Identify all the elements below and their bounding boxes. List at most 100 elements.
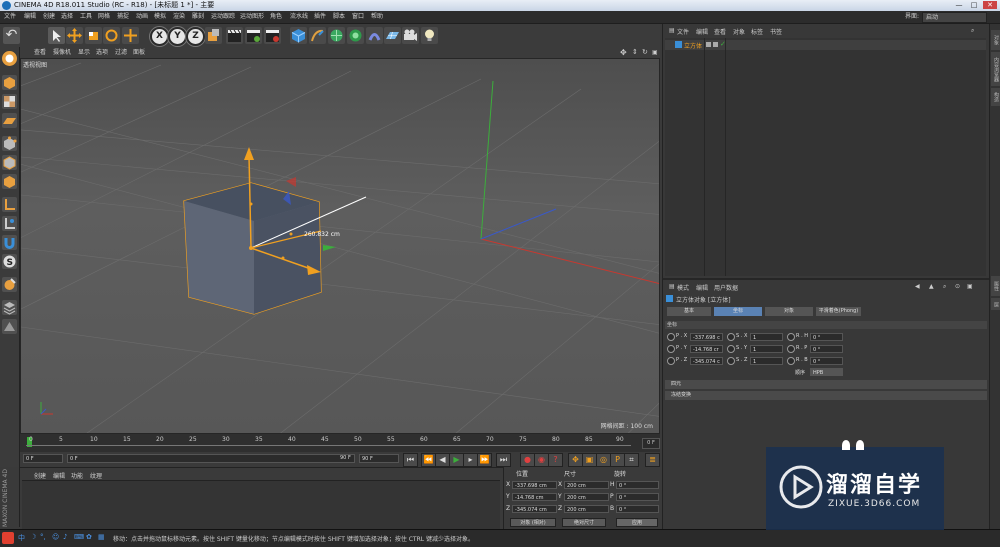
menu-help[interactable]: 帮助 <box>371 11 383 23</box>
scale-tool-button[interactable] <box>85 27 102 44</box>
am-pos-x-field[interactable]: -337.698 c <box>690 333 723 341</box>
go-to-start-button[interactable]: ⏮ <box>403 453 418 467</box>
add-camera-button[interactable] <box>402 27 419 44</box>
add-spline-button[interactable] <box>309 27 326 44</box>
coord-mode-select[interactable]: 对象 (相对) <box>510 518 556 527</box>
undo-button[interactable]: ↶ <box>3 27 20 44</box>
menu-character[interactable]: 角色 <box>270 11 282 23</box>
menu-file[interactable]: 文件 <box>4 11 16 23</box>
am-rot-p-field[interactable]: 0 ° <box>810 345 843 353</box>
next-key-button[interactable]: ⏩ <box>477 453 492 467</box>
preview-start-field[interactable]: 0 F <box>67 454 355 463</box>
ime-chinese-icon[interactable]: 中 <box>18 533 25 543</box>
om-menu-tags[interactable]: 标签 <box>751 27 763 36</box>
om-menu-bookmarks[interactable]: 书签 <box>770 27 782 36</box>
animate-radio[interactable] <box>787 345 795 353</box>
menu-pipeline[interactable]: 流水线 <box>290 11 308 23</box>
points-mode-button[interactable] <box>2 136 17 151</box>
coord-rot-b-field[interactable]: 0 ° <box>616 505 659 513</box>
right-tab-structure[interactable]: 构造 <box>991 88 1000 106</box>
menu-snap[interactable]: 捕捉 <box>117 11 129 23</box>
om-search-icon[interactable]: ⌕ <box>971 27 974 35</box>
animate-radio[interactable] <box>667 333 675 341</box>
om-menu-view[interactable]: 查看 <box>714 27 726 36</box>
perspective-viewport[interactable]: 透视视图 260.832 cm 网格间距: 100 cm <box>20 58 660 434</box>
coord-pos-z-field[interactable]: -345.074 cm <box>512 505 557 513</box>
am-pos-z-field[interactable]: -345.074 c <box>690 357 723 365</box>
animate-radio[interactable] <box>727 333 735 341</box>
viewport-menu-panel[interactable]: 面板 <box>133 47 145 58</box>
right-tab-attributes[interactable]: 属性 <box>991 276 1000 296</box>
key-point-level-button[interactable]: ⌗ <box>624 453 639 467</box>
select-tool-button[interactable] <box>48 27 65 44</box>
maximize-button[interactable]: □ <box>967 1 981 9</box>
viewport-navigate-icon[interactable]: ✥ <box>620 47 627 58</box>
am-scale-z-field[interactable]: 1 <box>750 357 783 365</box>
am-menu-icon[interactable]: ▤ <box>669 283 675 290</box>
material-menu-function[interactable]: 功能 <box>71 471 83 480</box>
ime-punct-icon[interactable]: ☽ <box>30 533 36 541</box>
coordinate-system-button[interactable] <box>205 27 222 44</box>
menu-motion-tracking[interactable]: 运动跟踪 <box>211 11 235 23</box>
add-nurbs-button[interactable] <box>328 27 345 44</box>
polygons-mode-button[interactable] <box>2 174 17 189</box>
menu-plugins[interactable]: 插件 <box>314 11 326 23</box>
previous-frame-button[interactable]: ◀ <box>435 453 450 467</box>
coord-size-mode-select[interactable]: 绝对尺寸 <box>562 518 606 527</box>
coord-size-z-field[interactable]: 200 cm <box>564 505 609 513</box>
auto-key-button[interactable]: ◉ <box>534 453 549 467</box>
texture-mode-button[interactable] <box>2 94 17 109</box>
am-tab-coordinates[interactable]: 坐标 <box>714 307 762 316</box>
am-tab-phong[interactable]: 平滑着色(Phong) <box>816 307 861 316</box>
add-cube-button[interactable] <box>290 27 307 44</box>
x-axis-lock-button[interactable]: X <box>150 27 169 46</box>
am-scale-y-field[interactable]: 1 <box>750 345 783 353</box>
am-rot-h-field[interactable]: 0 ° <box>810 333 843 341</box>
move-tool-button[interactable] <box>66 27 83 44</box>
ime-skin-icon[interactable]: ✿ <box>86 533 92 541</box>
coord-apply-button[interactable]: 应用 <box>616 518 658 527</box>
next-frame-button[interactable]: ▸ <box>463 453 478 467</box>
preview-end-field[interactable]: 90 F <box>338 454 355 463</box>
add-deformer-button[interactable] <box>366 27 383 44</box>
key-parameter-button[interactable]: P <box>610 453 625 467</box>
timeline-window-button[interactable]: ≣ <box>645 453 660 467</box>
z-axis-lock-button[interactable]: Z <box>186 27 205 46</box>
am-up-icon[interactable]: ▲ <box>929 283 934 290</box>
edges-mode-button[interactable] <box>2 155 17 170</box>
ime-emoji-icon[interactable]: ☺ <box>52 533 59 541</box>
coord-rot-p-field[interactable]: 0 ° <box>616 493 659 501</box>
animate-radio[interactable] <box>667 345 675 353</box>
quick-shading-button[interactable] <box>2 277 17 292</box>
am-lock-icon[interactable]: ⊙ <box>955 283 960 290</box>
right-tab-objects[interactable]: 对象 <box>991 30 1000 50</box>
material-menu-edit[interactable]: 编辑 <box>53 471 65 480</box>
workplane-mode-button[interactable] <box>2 113 17 128</box>
am-menu-edit[interactable]: 编辑 <box>696 283 708 292</box>
am-new-window-icon[interactable]: ▣ <box>967 283 973 290</box>
viewport-menu-options[interactable]: 选项 <box>96 47 108 58</box>
material-menu-texture[interactable]: 纹理 <box>90 471 102 480</box>
minimize-button[interactable]: — <box>952 1 966 9</box>
menu-animate[interactable]: 动画 <box>136 11 148 23</box>
om-menu-file[interactable]: 文件 <box>677 27 689 36</box>
viewport-menu-filter[interactable]: 过滤 <box>115 47 127 58</box>
menu-edit[interactable]: 编辑 <box>24 11 36 23</box>
model-mode-button[interactable] <box>2 75 17 90</box>
ime-comma-icon[interactable]: °, <box>40 533 46 541</box>
menu-simulate[interactable]: 模拟 <box>154 11 166 23</box>
ime-tools-icon[interactable]: ▦ <box>98 533 105 541</box>
menu-window[interactable]: 窗口 <box>352 11 364 23</box>
key-rotation-button[interactable]: ◎ <box>596 453 611 467</box>
om-menu-objects[interactable]: 对象 <box>733 27 745 36</box>
coord-pos-x-field[interactable]: -337.698 cm <box>512 481 557 489</box>
menu-mograph[interactable]: 运动图形 <box>240 11 264 23</box>
am-rot-b-field[interactable]: 0 ° <box>810 357 843 365</box>
ime-keyboard-icon[interactable]: ⌨ <box>74 533 84 541</box>
om-menu-edit[interactable]: 编辑 <box>696 27 708 36</box>
menu-render[interactable]: 渲染 <box>173 11 185 23</box>
viewport-toggle-icon[interactable]: ▣ <box>652 47 658 58</box>
keyframe-selection-button[interactable]: ? <box>548 453 563 467</box>
end-frame-field[interactable]: 90 F <box>359 454 399 463</box>
viewport-rotate-icon[interactable]: ↻ <box>642 47 648 58</box>
